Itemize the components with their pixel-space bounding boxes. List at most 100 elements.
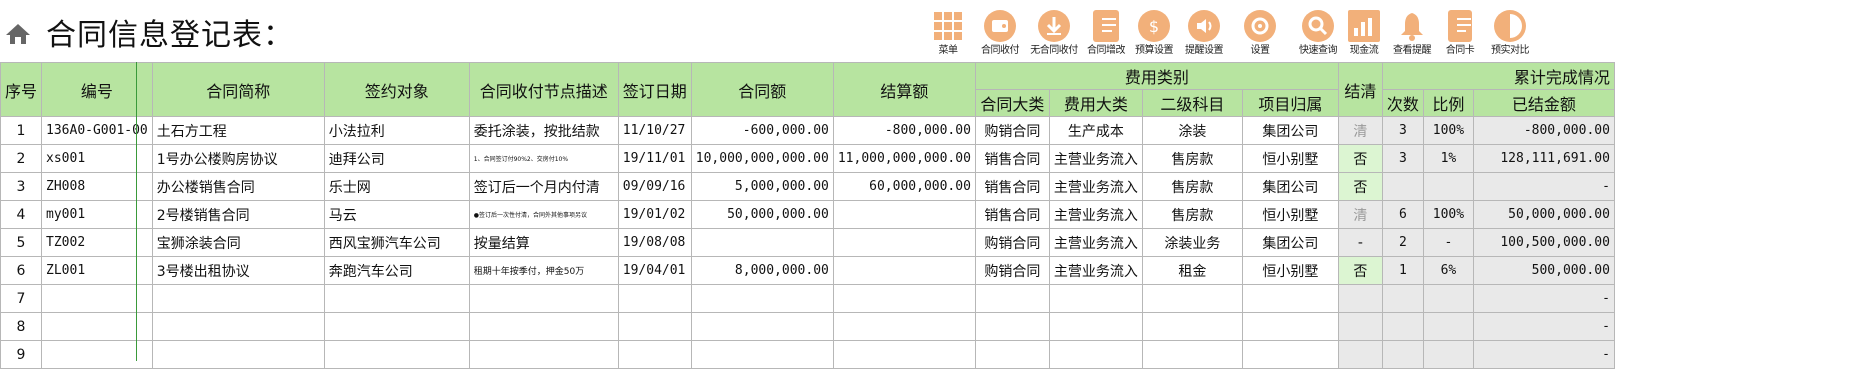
cell-party[interactable]: 西风宝狮汽车公司 <box>323 228 470 257</box>
cell-date[interactable]: 19/04/01 <box>617 256 692 285</box>
cell-cost-class[interactable]: 主营业务流入 <box>1048 144 1143 173</box>
cell-date[interactable] <box>617 312 692 341</box>
cell-project[interactable]: 恒小别墅 <box>1241 256 1339 285</box>
cell-sub-subject[interactable]: 售房款 <box>1141 200 1243 229</box>
cell-seq[interactable]: 2 <box>0 144 43 173</box>
cell-name[interactable]: 土石方工程 <box>151 116 325 145</box>
cell-seq[interactable]: 6 <box>0 256 43 285</box>
cell-name[interactable]: 2号楼销售合同 <box>151 200 325 229</box>
cell-settled-amt[interactable]: 128,111,691.00 <box>1472 144 1615 173</box>
cell-name[interactable] <box>151 312 325 341</box>
cell-big-class[interactable]: 销售合同 <box>974 200 1050 229</box>
cell-party[interactable]: 马云 <box>323 200 470 229</box>
cell-party[interactable] <box>323 340 470 369</box>
cell-amount[interactable]: 10,000,000,000.00 <box>690 144 834 173</box>
cell-times[interactable] <box>1381 172 1424 201</box>
cell-ratio[interactable] <box>1422 312 1474 341</box>
cell-settle[interactable] <box>832 340 976 369</box>
cell-cleared[interactable] <box>1337 284 1383 313</box>
cell-settle[interactable] <box>832 256 976 285</box>
cell-project[interactable]: 集团公司 <box>1241 228 1339 257</box>
cell-times[interactable]: 1 <box>1381 256 1424 285</box>
cell-seq[interactable]: 3 <box>0 172 43 201</box>
cell-date[interactable]: 19/01/02 <box>617 200 692 229</box>
cell-cleared[interactable]: 清 <box>1337 116 1383 145</box>
cell-big-class[interactable]: 销售合同 <box>974 144 1050 173</box>
cell-date[interactable]: 19/11/01 <box>617 144 692 173</box>
cell-node[interactable]: 按量结算 <box>468 228 619 257</box>
cell-name[interactable]: 宝狮涂装合同 <box>151 228 325 257</box>
cell-amount[interactable]: 50,000,000.00 <box>690 200 834 229</box>
cell-cost-class[interactable]: 主营业务流入 <box>1048 228 1143 257</box>
cell-times[interactable] <box>1381 312 1424 341</box>
cell-big-class[interactable]: 购销合同 <box>974 228 1050 257</box>
cell-date[interactable] <box>617 284 692 313</box>
cell-project[interactable] <box>1241 340 1339 369</box>
cell-party[interactable]: 迪拜公司 <box>323 144 470 173</box>
cell-big-class[interactable]: 购销合同 <box>974 256 1050 285</box>
budget-actual-button[interactable]: 预实对比 <box>1480 8 1540 60</box>
cell-amount[interactable] <box>690 228 834 257</box>
cell-ratio[interactable] <box>1422 284 1474 313</box>
cell-cleared[interactable]: 否 <box>1337 172 1383 201</box>
cell-big-class[interactable]: 销售合同 <box>974 172 1050 201</box>
cell-seq[interactable]: 4 <box>0 200 43 229</box>
cell-node[interactable]: 租期十年按季付，押金50万 <box>468 256 619 285</box>
cell-node[interactable] <box>468 340 619 369</box>
cell-cleared[interactable] <box>1337 312 1383 341</box>
cell-node[interactable]: ●签订后一次性付清，合同外其他事项另议 <box>468 200 619 229</box>
cell-name[interactable] <box>151 284 325 313</box>
cell-project[interactable]: 恒小别墅 <box>1241 200 1339 229</box>
cell-cost-class[interactable]: 主营业务流入 <box>1048 172 1143 201</box>
cell-amount[interactable] <box>690 284 834 313</box>
home-icon[interactable] <box>4 22 32 46</box>
cell-date[interactable]: 09/09/16 <box>617 172 692 201</box>
cell-party[interactable]: 乐士网 <box>323 172 470 201</box>
cell-sub-subject[interactable] <box>1141 284 1243 313</box>
cell-cleared[interactable] <box>1337 340 1383 369</box>
cell-settled-amt[interactable]: 50,000,000.00 <box>1472 200 1615 229</box>
cell-ratio[interactable]: 1% <box>1422 144 1474 173</box>
cell-party[interactable]: 奔跑汽车公司 <box>323 256 470 285</box>
cell-settled-amt[interactable]: - <box>1472 172 1615 201</box>
cell-times[interactable]: 2 <box>1381 228 1424 257</box>
cell-seq[interactable]: 8 <box>0 312 43 341</box>
cell-ratio[interactable]: 100% <box>1422 116 1474 145</box>
cell-cleared[interactable]: 否 <box>1337 256 1383 285</box>
cell-settled-amt[interactable]: -800,000.00 <box>1472 116 1615 145</box>
cell-project[interactable]: 集团公司 <box>1241 116 1339 145</box>
cell-ratio[interactable] <box>1422 172 1474 201</box>
cell-times[interactable] <box>1381 340 1424 369</box>
cell-name[interactable] <box>151 340 325 369</box>
cell-settle[interactable] <box>832 284 976 313</box>
cell-node[interactable] <box>468 312 619 341</box>
cell-date[interactable] <box>617 340 692 369</box>
cell-amount[interactable]: 5,000,000.00 <box>690 172 834 201</box>
cell-big-class[interactable] <box>974 284 1050 313</box>
cell-sub-subject[interactable] <box>1141 312 1243 341</box>
cell-node[interactable] <box>468 284 619 313</box>
cell-amount[interactable]: -600,000.00 <box>690 116 834 145</box>
cell-cost-class[interactable] <box>1048 284 1143 313</box>
cell-settle[interactable]: 11,000,000,000.00 <box>832 144 976 173</box>
cell-project[interactable]: 恒小别墅 <box>1241 144 1339 173</box>
cell-settle[interactable]: -800,000.00 <box>832 116 976 145</box>
cell-sub-subject[interactable]: 租金 <box>1141 256 1243 285</box>
cell-date[interactable]: 11/10/27 <box>617 116 692 145</box>
cell-ratio[interactable]: 100% <box>1422 200 1474 229</box>
contract-payment-button[interactable]: 合同收付 <box>970 8 1030 60</box>
cell-party[interactable] <box>323 312 470 341</box>
cell-name[interactable]: 1号办公楼购房协议 <box>151 144 325 173</box>
cell-big-class[interactable] <box>974 340 1050 369</box>
cell-settled-amt[interactable]: - <box>1472 340 1615 369</box>
cell-settled-amt[interactable]: 500,000.00 <box>1472 256 1615 285</box>
cell-ratio[interactable]: - <box>1422 228 1474 257</box>
menu-button[interactable]: 菜单 <box>918 8 978 60</box>
cell-cost-class[interactable] <box>1048 340 1143 369</box>
cell-project[interactable] <box>1241 284 1339 313</box>
cell-seq[interactable]: 7 <box>0 284 43 313</box>
cell-cleared[interactable]: - <box>1337 228 1383 257</box>
cell-name[interactable]: 办公楼销售合同 <box>151 172 325 201</box>
cell-amount[interactable]: 8,000,000.00 <box>690 256 834 285</box>
cell-project[interactable]: 集团公司 <box>1241 172 1339 201</box>
